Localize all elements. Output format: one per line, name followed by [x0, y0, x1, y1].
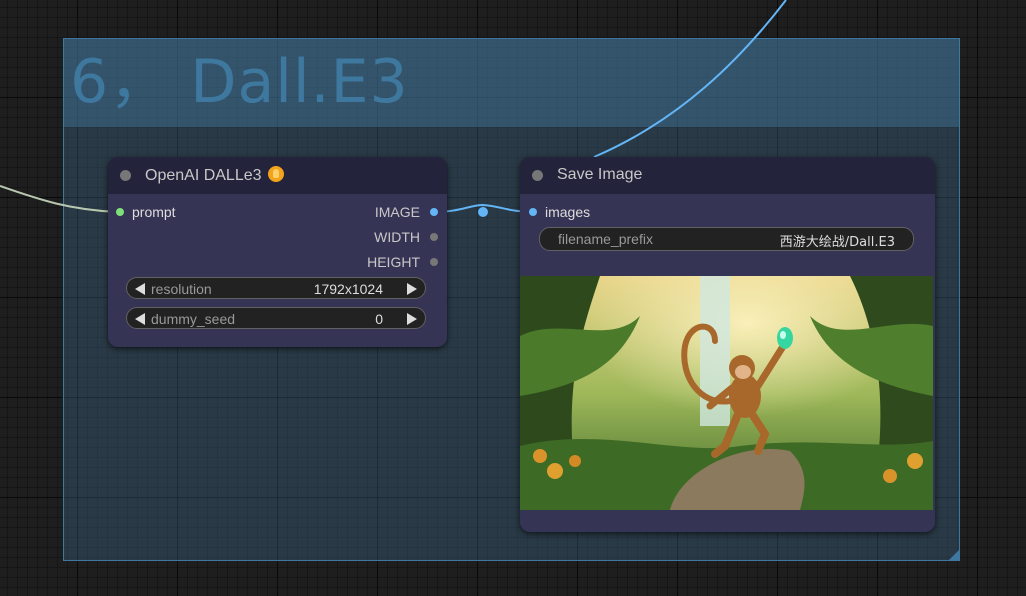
- increment-arrow-icon[interactable]: [407, 283, 417, 295]
- group-title: 6， Dall.E3: [70, 47, 409, 117]
- output-label-image: IMAGE: [374, 204, 420, 220]
- resolution-combo[interactable]: resolution 1792x1024: [126, 277, 426, 299]
- node-header[interactable]: OpenAI DALLe3: [108, 157, 447, 194]
- node-canvas[interactable]: 6， Dall.E3 OpenAI DALLe3 prompt IMAGE WI…: [0, 0, 1026, 596]
- resolution-label: resolution: [151, 281, 212, 297]
- filename-prefix-label: filename_prefix: [558, 231, 653, 247]
- output-label-width: WIDTH: [374, 229, 420, 245]
- input-slot-prompt[interactable]: [116, 208, 124, 216]
- group-header[interactable]: 6， Dall.E3: [64, 39, 959, 127]
- resolution-value: 1792x1024: [313, 281, 383, 297]
- image-preview[interactable]: [520, 276, 933, 510]
- collapse-dot[interactable]: [532, 170, 543, 181]
- output-label-height: HEIGHT: [367, 254, 420, 270]
- output-slot-width[interactable]: [430, 233, 438, 241]
- group-resize-handle[interactable]: [949, 550, 959, 560]
- output-slot-image[interactable]: [430, 208, 438, 216]
- input-slot-images[interactable]: [529, 208, 537, 216]
- dummy-seed-value: 0: [375, 311, 383, 327]
- decrement-arrow-icon[interactable]: [135, 313, 145, 325]
- node-openai-dalle3[interactable]: OpenAI DALLe3 prompt IMAGE WIDTH HEIGHT …: [108, 157, 447, 347]
- decrement-arrow-icon[interactable]: [135, 283, 145, 295]
- dummy-seed-label: dummy_seed: [151, 311, 236, 327]
- input-label-prompt: prompt: [132, 204, 176, 220]
- node-title: OpenAI DALLe3: [145, 166, 284, 185]
- filename-prefix-field[interactable]: filename_prefix 西游大绘战/Dall.E3: [539, 227, 914, 251]
- increment-arrow-icon[interactable]: [407, 313, 417, 325]
- node-save-image[interactable]: Save Image images filename_prefix 西游大绘战/…: [520, 157, 935, 532]
- monkey-jungle-preview: [520, 276, 933, 510]
- input-label-images: images: [545, 204, 591, 220]
- dummy-seed-number[interactable]: dummy_seed 0: [126, 307, 426, 329]
- coin-emoji-icon: [267, 166, 284, 182]
- output-slot-height[interactable]: [430, 258, 438, 266]
- node-title: Save Image: [557, 166, 643, 183]
- node-header[interactable]: Save Image: [520, 157, 935, 194]
- filename-prefix-value: 西游大绘战/Dall.E3: [779, 235, 895, 250]
- collapse-dot[interactable]: [120, 170, 131, 181]
